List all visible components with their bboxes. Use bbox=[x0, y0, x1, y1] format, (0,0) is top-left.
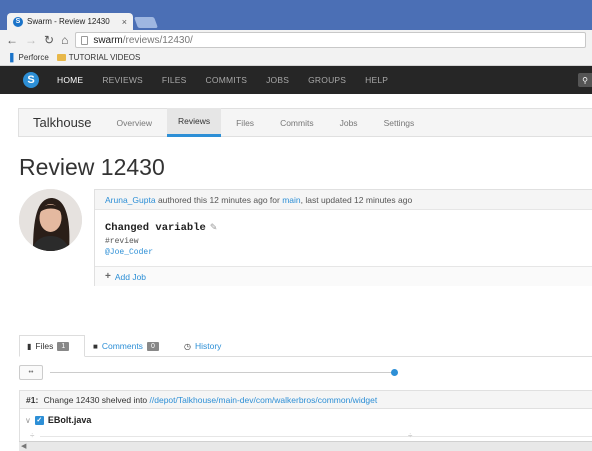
review-description-area: Changed variable ✎ #review @Joe_Coder bbox=[95, 210, 592, 266]
review-meta: Aruna_Gupta authored this 12 minutes ago… bbox=[95, 190, 592, 210]
diff-divider bbox=[40, 436, 592, 437]
url-host: swarm bbox=[93, 34, 123, 46]
nav-groups[interactable]: GROUPS bbox=[308, 75, 346, 85]
browser-tab-bar: S Swarm - Review 12430 × bbox=[0, 0, 592, 30]
new-tab-button[interactable] bbox=[133, 17, 159, 28]
tab-files[interactable]: Files bbox=[236, 108, 254, 137]
avatar bbox=[19, 189, 82, 251]
tab-comments[interactable]: ■ Comments 0 bbox=[93, 335, 159, 357]
bookmark-perforce[interactable]: ❚ Perforce bbox=[8, 52, 49, 63]
browser-tab[interactable]: S Swarm - Review 12430 × bbox=[7, 13, 133, 30]
author-link[interactable]: Aruna_Gupta bbox=[105, 195, 156, 205]
forward-arrow-icon[interactable]: → bbox=[25, 34, 37, 46]
chevron-down-icon[interactable]: ∨ bbox=[25, 416, 31, 425]
authored-text: authored this 12 minutes ago for bbox=[155, 194, 283, 205]
reload-icon[interactable]: ↻ bbox=[44, 34, 54, 46]
tab-overview[interactable]: Overview bbox=[117, 108, 152, 137]
version-slider: •• bbox=[19, 365, 592, 381]
perforce-logo-icon: ❚ bbox=[8, 52, 16, 62]
scroll-left-icon[interactable]: ◀ bbox=[21, 442, 26, 450]
nav-reviews[interactable]: REVIEWS bbox=[102, 75, 143, 85]
change-info-bar: #1: Change 12430 shelved into //depot/Ta… bbox=[19, 390, 592, 409]
swarm-logo-icon[interactable]: S bbox=[23, 72, 39, 88]
address-bar[interactable]: swarm/reviews/12430/ bbox=[75, 32, 586, 48]
review-tag: #review bbox=[105, 237, 139, 246]
project-bar: Talkhouse Overview Reviews Files Commits… bbox=[18, 108, 592, 137]
comments-count-badge: 0 bbox=[146, 341, 159, 351]
browser-toolbar: ← → ↻ ⌂ swarm/reviews/12430/ bbox=[0, 30, 592, 50]
browser-tab-title: Swarm - Review 12430 bbox=[27, 17, 110, 26]
project-link[interactable]: main bbox=[282, 195, 300, 205]
swarm-favicon-icon: S bbox=[13, 16, 23, 27]
tab-jobs[interactable]: Jobs bbox=[340, 108, 358, 137]
comment-icon: ■ bbox=[93, 341, 98, 351]
comments-tab-label: Comments bbox=[101, 341, 143, 351]
description-text: Changed variable bbox=[105, 222, 206, 234]
nav-help[interactable]: HELP bbox=[365, 75, 388, 85]
page-title: Review 12430 bbox=[19, 154, 165, 180]
mention-link[interactable]: @Joe_Coder bbox=[105, 248, 584, 257]
page-icon bbox=[81, 35, 89, 45]
nav-files[interactable]: FILES bbox=[162, 75, 187, 85]
home-icon[interactable]: ⌂ bbox=[61, 34, 68, 46]
review-card: Aruna_Gupta authored this 12 minutes ago… bbox=[94, 189, 592, 286]
author-photo-icon bbox=[19, 189, 82, 251]
version-dots-button[interactable]: •• bbox=[19, 365, 43, 380]
slider-handle[interactable] bbox=[391, 369, 398, 376]
nav-home[interactable]: HOME bbox=[57, 75, 83, 85]
bookmark-perforce-label: Perforce bbox=[18, 53, 49, 62]
tab-commits[interactable]: Commits bbox=[280, 108, 314, 137]
file-row[interactable]: ∨ ✓ EBolt.java bbox=[19, 409, 592, 431]
history-tab-label: History bbox=[194, 341, 222, 351]
review-description: Changed variable ✎ bbox=[105, 222, 584, 234]
updated-text: , last updated 12 minutes ago bbox=[300, 194, 413, 205]
bookmark-tutorial-label: TUTORIAL VIDEOS bbox=[68, 53, 141, 62]
add-job-button[interactable]: + Add Job bbox=[95, 266, 592, 286]
files-tab-label: Files bbox=[35, 341, 54, 351]
tab-history[interactable]: ◷ History bbox=[184, 335, 221, 357]
back-arrow-icon[interactable]: ← bbox=[6, 34, 18, 46]
plus-icon: + bbox=[105, 271, 111, 282]
add-job-label: Add Job bbox=[114, 271, 147, 282]
pencil-edit-icon[interactable]: ✎ bbox=[210, 223, 218, 233]
bookmark-tutorial-videos[interactable]: TUTORIAL VIDEOS bbox=[56, 53, 141, 62]
url-path: /reviews/12430/ bbox=[122, 34, 193, 46]
review-tabs: ▮ Files 1 ■ Comments 0 ◷ History bbox=[19, 335, 592, 357]
clock-icon: ◷ bbox=[184, 341, 191, 351]
diff-expand-icon-right[interactable]: ÷ bbox=[408, 431, 412, 440]
horizontal-scrollbar[interactable]: ◀ bbox=[19, 441, 592, 451]
change-prefix: #1: bbox=[26, 394, 39, 405]
diff-expand-icon[interactable]: ÷ bbox=[30, 431, 34, 440]
project-name[interactable]: Talkhouse bbox=[33, 115, 92, 130]
depot-path-link[interactable]: //depot/Talkhouse/main-dev/com/walkerbro… bbox=[150, 395, 378, 405]
slider-track[interactable] bbox=[50, 372, 395, 373]
nav-commits[interactable]: COMMITS bbox=[206, 75, 248, 85]
edit-file-icon: ✓ bbox=[34, 415, 44, 425]
nav-jobs[interactable]: JOBS bbox=[266, 75, 289, 85]
tab-files-lower[interactable]: ▮ Files 1 bbox=[19, 335, 85, 357]
change-text: Change 12430 shelved into bbox=[41, 394, 150, 405]
bookmarks-bar: ❚ Perforce TUTORIAL VIDEOS bbox=[0, 50, 592, 66]
search-icon[interactable]: ⚲ bbox=[578, 73, 592, 87]
close-tab-icon[interactable]: × bbox=[122, 17, 127, 27]
file-name[interactable]: EBolt.java bbox=[48, 415, 92, 425]
tab-reviews[interactable]: Reviews bbox=[166, 108, 222, 137]
app-navbar: S HOME REVIEWS FILES COMMITS JOBS GROUPS… bbox=[0, 66, 592, 94]
diff-line: ÷ ÷ bbox=[19, 431, 592, 441]
files-count-badge: 1 bbox=[57, 341, 70, 351]
tab-settings[interactable]: Settings bbox=[384, 108, 415, 137]
file-icon: ▮ bbox=[27, 341, 32, 351]
folder-icon bbox=[56, 54, 66, 61]
